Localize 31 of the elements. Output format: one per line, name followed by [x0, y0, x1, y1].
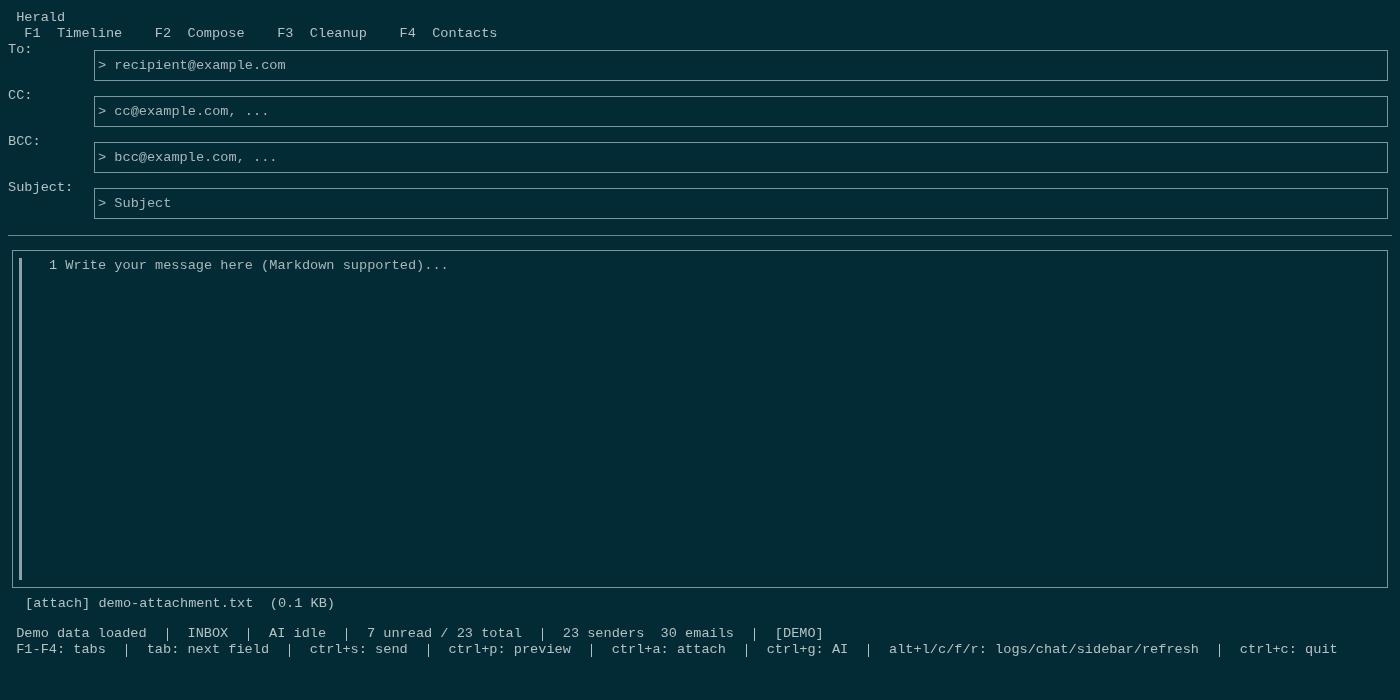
- input-field[interactable]: > recipient@example.com: [94, 50, 1388, 81]
- status-text: 23 senders 30 emails: [562, 626, 735, 642]
- attachment-line: [attach] demo-attachment.txt (0.1 KB): [24, 596, 336, 612]
- status-text: INBOX: [187, 626, 229, 642]
- shortcut-hint: ctrl+s: send: [309, 642, 408, 658]
- status-text: Demo data loaded: [16, 626, 147, 642]
- field-label: BCC:: [8, 134, 42, 150]
- input-field[interactable]: > cc@example.com, ...: [94, 96, 1388, 127]
- message-editor[interactable]: 1 Write your message here (Markdown supported)...: [12, 250, 1388, 588]
- tab[interactable]: F1 Timeline: [24, 26, 123, 42]
- tab[interactable]: F4 Contacts: [399, 26, 498, 42]
- shortcut-hint: F1-F4: tabs: [16, 642, 106, 658]
- input-field[interactable]: > Subject: [94, 188, 1388, 219]
- input-field[interactable]: > bcc@example.com, ...: [94, 142, 1388, 173]
- shortcut-hint: ctrl+c: quit: [1239, 642, 1338, 658]
- message-field[interactable]: Write your message here (Markdown supported)...: [65, 258, 1381, 580]
- shortcut-hint: alt+l/c/f/r: logs/chat/sidebar/refresh: [889, 642, 1200, 658]
- field-label: Subject:: [8, 180, 75, 196]
- field-label: CC:: [8, 88, 34, 104]
- tab[interactable]: F3 Cleanup: [277, 26, 367, 42]
- shortcut-hint: tab: next field: [146, 642, 270, 658]
- line-number: 1: [49, 258, 58, 275]
- field-label: To:: [8, 42, 34, 58]
- shortcut-hint: ctrl+p: preview: [448, 642, 571, 658]
- status-text: 7 unread / 23 total: [366, 626, 522, 642]
- tab[interactable]: F2 Compose: [154, 26, 245, 42]
- app-title: Herald: [15, 10, 67, 26]
- status-text: AI idle: [269, 626, 327, 642]
- shortcut-hint: ctrl+a: attach: [611, 642, 726, 658]
- status-text: [DEMO]: [774, 626, 824, 642]
- shortcut-hint: ctrl+g: AI: [766, 642, 849, 658]
